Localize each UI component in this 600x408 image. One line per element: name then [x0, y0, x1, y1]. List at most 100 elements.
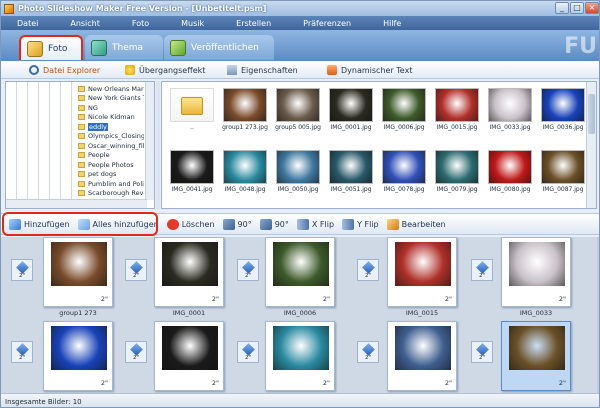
menu-musik[interactable]: Musik — [165, 19, 220, 28]
file-thumbnail[interactable]: IMG_0087.jpg — [537, 148, 589, 208]
transition-duration: 2" — [18, 273, 26, 279]
folder-icon — [78, 180, 85, 187]
pane-splitter[interactable] — [156, 81, 160, 209]
scrollbar-thumb[interactable] — [588, 94, 595, 134]
folder-icon — [78, 133, 85, 140]
subtab-datei-explorer[interactable]: Datei Explorer — [29, 65, 100, 75]
menu-erstellen[interactable]: Erstellen — [220, 19, 287, 28]
storyboard-slide[interactable]: 2" — [265, 321, 335, 391]
tree-item-selected[interactable]: eddly — [78, 122, 144, 132]
rotate-left-button[interactable]: 90° — [222, 218, 252, 230]
transition-slot[interactable]: 2" — [11, 259, 33, 281]
tab-foto[interactable]: Foto — [19, 35, 83, 60]
tab-veroeffentlichen[interactable]: Veröffentlichen — [164, 35, 274, 60]
delete-button[interactable]: Löschen — [166, 218, 215, 230]
file-thumbnail[interactable]: group5 005.jpg — [272, 86, 324, 146]
file-thumbnail[interactable]: IMG_0080.jpg — [484, 148, 536, 208]
transition-slot[interactable]: 2" — [125, 259, 147, 281]
transition-slot[interactable]: 2" — [357, 341, 379, 363]
tree-item[interactable]: New York Giants Tr — [78, 94, 144, 104]
tree-vertical-scrollbar[interactable] — [145, 82, 154, 200]
photo-thumbnail — [382, 88, 426, 122]
transition-slot[interactable]: 2" — [471, 341, 493, 363]
slide-image — [51, 242, 107, 286]
tree-item[interactable]: New Orleans Mardi — [78, 84, 144, 94]
storyboard-slide[interactable]: 2" — [387, 321, 457, 391]
storyboard-slide[interactable]: 2" — [501, 237, 571, 307]
file-thumbnail[interactable]: IMG_0079.jpg — [431, 148, 483, 208]
tab-thema[interactable]: Thema — [85, 35, 163, 60]
close-button[interactable]: × — [585, 2, 599, 14]
photo-thumbnail — [435, 150, 479, 184]
file-thumbnail[interactable]: IMG_0033.jpg — [484, 86, 536, 146]
file-thumbnail[interactable]: group1 273.jpg — [219, 86, 271, 146]
menu-datei[interactable]: Datei — [1, 19, 54, 28]
file-thumbnail[interactable]: IMG_0051.jpg — [325, 148, 377, 208]
slide-image — [395, 326, 451, 370]
tree-item[interactable]: Olympics_Closing_C — [78, 132, 144, 142]
menu-hilfe[interactable]: Hilfe — [367, 19, 417, 28]
photo-thumbnail — [382, 150, 426, 184]
tree-horizontal-scrollbar[interactable] — [6, 199, 147, 208]
subtab-uebergangseffekt[interactable]: Übergangseffekt — [125, 65, 205, 75]
transition-icon — [130, 343, 143, 356]
minimize-button[interactable]: _ — [555, 2, 569, 14]
transition-slot[interactable]: 2" — [237, 259, 259, 281]
file-thumbnail[interactable]: .. — [166, 86, 218, 146]
slide-duration: 2" — [322, 295, 330, 303]
storyboard-slide[interactable]: 2" — [387, 237, 457, 307]
transition-slot[interactable]: 2" — [11, 341, 33, 363]
folder-icon — [78, 104, 85, 111]
file-name: IMG_0001.jpg — [330, 124, 372, 131]
file-thumbnail[interactable]: IMG_0041.jpg — [166, 148, 218, 208]
transition-slot[interactable]: 2" — [125, 341, 147, 363]
file-vertical-scrollbar[interactable] — [586, 82, 596, 208]
menu-praeferenzen[interactable]: Präferenzen — [287, 19, 367, 28]
storyboard-slide[interactable]: 2" — [43, 237, 113, 307]
file-name: IMG_0087.jpg — [542, 186, 584, 193]
subtab-dynamischer-text[interactable]: Dynamischer Text — [327, 65, 412, 75]
file-name: group1 273.jpg — [222, 124, 268, 131]
maximize-button[interactable]: □ — [570, 2, 584, 14]
rotate-right-icon — [259, 218, 272, 230]
file-thumbnail[interactable]: IMG_0050.jpg — [272, 148, 324, 208]
edit-button[interactable]: Bearbeiten — [386, 218, 446, 230]
tree-item[interactable]: NG — [78, 103, 144, 113]
file-thumbnail[interactable]: IMG_0006.jpg — [378, 86, 430, 146]
y-flip-button[interactable]: Y Flip — [342, 218, 379, 230]
tree-item[interactable]: Oscar_winning_film — [78, 141, 144, 151]
subtab-eigenschaften[interactable]: Eigenschaften — [227, 65, 298, 75]
menu-foto[interactable]: Foto — [116, 19, 165, 28]
tree-item-label: eddly — [88, 122, 108, 131]
transition-slot[interactable]: 2" — [471, 259, 493, 281]
tree-item[interactable]: Nicole Kidman — [78, 113, 144, 123]
tree-item-label: Olympics_Closing_C — [88, 132, 144, 141]
storyboard-slide[interactable]: 2" — [154, 237, 224, 307]
transition-slot[interactable]: 2" — [357, 259, 379, 281]
file-thumbnail[interactable]: IMG_0078.jpg — [378, 148, 430, 208]
tree-item[interactable]: People — [78, 151, 144, 161]
tree-item[interactable]: Scarborough Reve — [78, 189, 144, 199]
storyboard-slide[interactable]: 2" — [43, 321, 113, 391]
file-thumbnail[interactable]: IMG_0048.jpg — [219, 148, 271, 208]
menu-ansicht[interactable]: Ansicht — [54, 19, 116, 28]
storyboard-slide[interactable]: 2" — [154, 321, 224, 391]
transition-icon — [242, 261, 255, 274]
tree-item[interactable]: Pumblim and Police — [78, 179, 144, 189]
file-thumbnail[interactable]: IMG_0001.jpg — [325, 86, 377, 146]
x-flip-button[interactable]: X Flip — [296, 218, 334, 230]
edit-icon — [386, 218, 399, 230]
photo-thumbnail — [223, 88, 267, 122]
rotate-right-button[interactable]: 90° — [259, 218, 289, 230]
x-flip-icon — [296, 218, 309, 230]
tree-item[interactable]: People Photos — [78, 160, 144, 170]
tree-item[interactable]: pet dogs — [78, 170, 144, 180]
file-thumbnail[interactable]: IMG_0015.jpg — [431, 86, 483, 146]
folder-icon — [78, 142, 85, 149]
slide-caption: IMG_0001 — [172, 309, 206, 317]
storyboard-slide[interactable]: 2" — [501, 321, 571, 391]
tree-item-label: People — [88, 151, 110, 160]
transition-slot[interactable]: 2" — [237, 341, 259, 363]
file-thumbnail[interactable]: IMG_0036.jpg — [537, 86, 589, 146]
storyboard-slide[interactable]: 2" — [265, 237, 335, 307]
